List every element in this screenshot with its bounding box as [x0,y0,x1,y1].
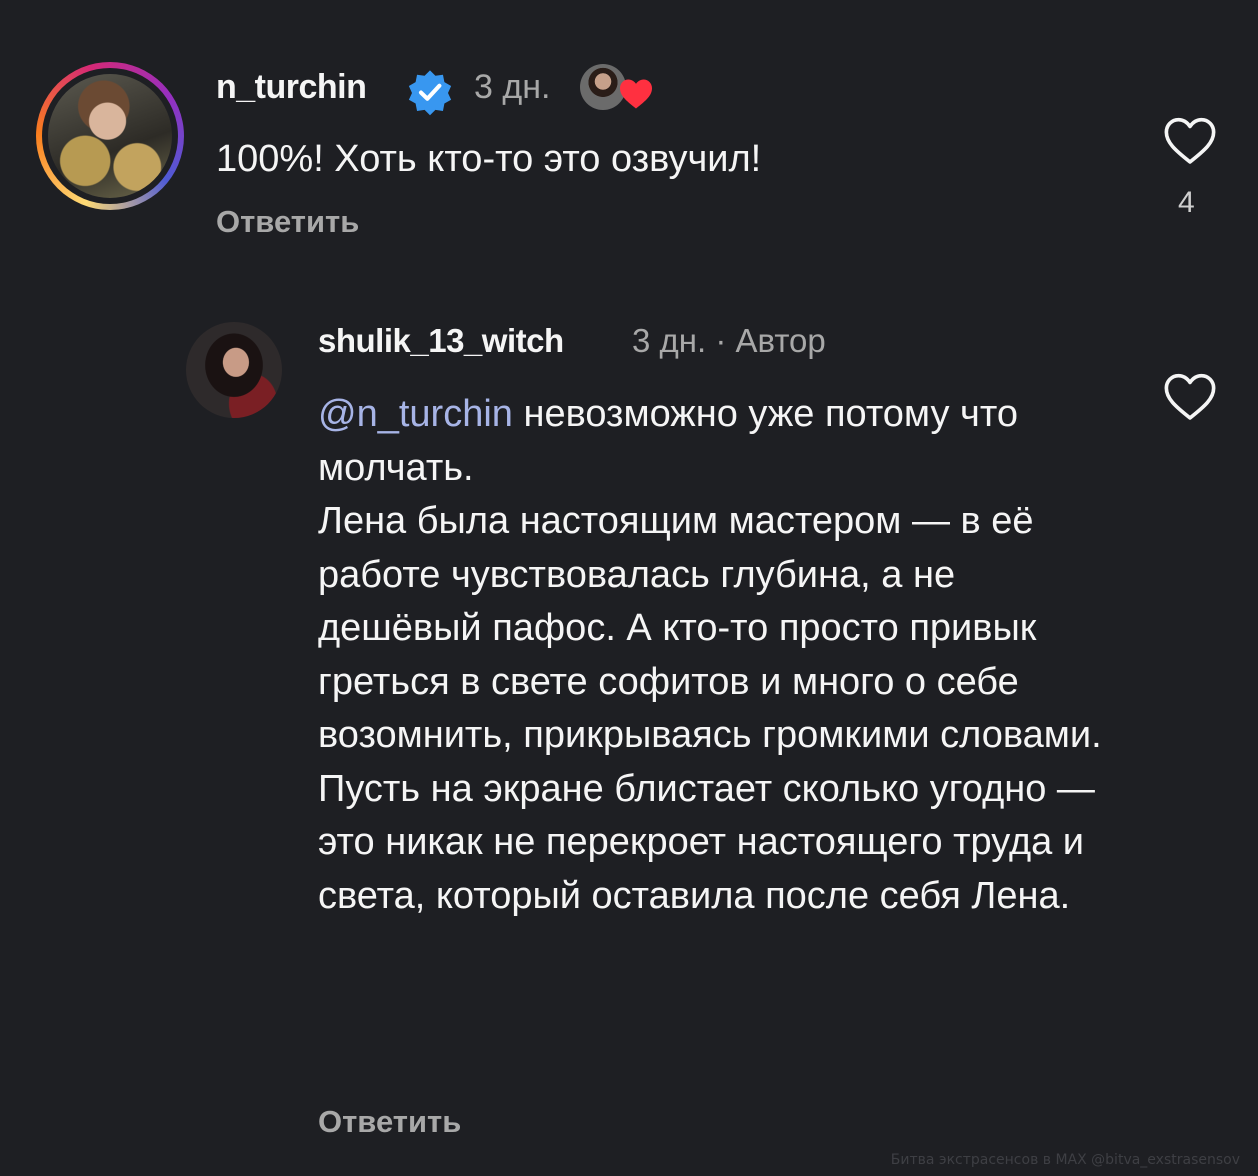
avatar[interactable] [186,322,282,418]
comment-shulik-13-witch: shulik_13_witch 3 дн. · Автор @n_turchin… [0,0,1258,1176]
reply-button[interactable]: Ответить [318,1104,461,1140]
comment-body: невозможно уже потому что молчать. Лена … [318,393,1102,917]
comment-text: @n_turchin невозможно уже потому что мол… [318,388,1118,923]
comment-time-author: 3 дн. · Автор [632,322,826,359]
comment-username[interactable]: shulik_13_witch [318,322,564,360]
watermark: Битва экстрасенсов в MAX @bitva_exstrase… [890,1152,1240,1168]
mention-link[interactable]: @n_turchin [318,393,513,435]
heart-outline-icon[interactable] [1162,372,1218,422]
